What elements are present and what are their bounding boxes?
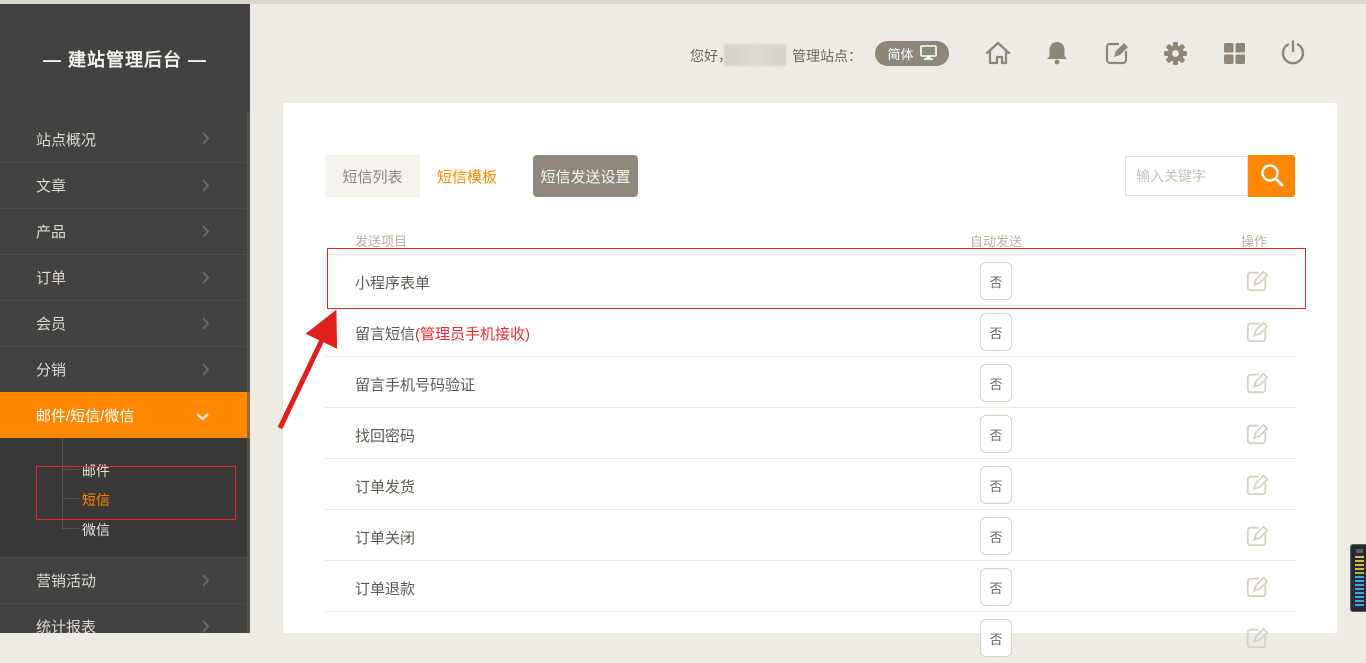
grid-apps-icon[interactable] xyxy=(1220,39,1248,67)
sidebar-item-members[interactable]: 会员 xyxy=(0,300,250,346)
manage-site-label: 管理站点： xyxy=(792,46,862,66)
sidebar-item-marketing[interactable]: 营销活动 xyxy=(0,557,250,603)
auto-send-toggle[interactable]: 否 xyxy=(980,364,1012,402)
table-row: 订单发货 否 xyxy=(325,459,1297,510)
level-meter-widget xyxy=(1350,544,1366,612)
sidebar-item-label: 订单 xyxy=(36,267,66,288)
tree-line xyxy=(62,498,79,499)
sidebar-item-orders[interactable]: 订单 xyxy=(0,254,250,300)
row-edit-icon[interactable] xyxy=(1245,371,1269,395)
auto-send-toggle[interactable]: 否 xyxy=(980,313,1012,351)
tree-line xyxy=(62,438,63,528)
row-name: 订单退款 xyxy=(355,581,415,598)
table-row: 留言手机号码验证 否 xyxy=(325,357,1297,408)
window-top-edge xyxy=(0,0,1366,4)
search-input[interactable] xyxy=(1125,156,1248,196)
table-row-partial: 否 xyxy=(325,612,1297,663)
chevron-down-icon xyxy=(195,408,210,425)
column-header-auto-send: 自动发送 xyxy=(970,231,1022,250)
chevron-right-icon xyxy=(201,270,210,289)
meter-bars xyxy=(1355,556,1364,608)
auto-send-toggle[interactable]: 否 xyxy=(980,466,1012,504)
sidebar-subitem-sms[interactable]: 短信 xyxy=(82,490,110,510)
sidebar-item-statistics[interactable]: 统计报表 xyxy=(0,603,250,649)
home-icon[interactable] xyxy=(984,39,1012,67)
table-row: 找回密码 否 xyxy=(325,408,1297,459)
search-button[interactable] xyxy=(1248,155,1295,197)
sidebar-item-label: 邮件/短信/微信 xyxy=(36,405,134,426)
row-edit-icon[interactable] xyxy=(1245,473,1269,497)
chevron-right-icon xyxy=(201,573,210,592)
chevron-right-icon xyxy=(201,131,210,150)
sidebar-item-mail-sms-wechat[interactable]: 邮件/短信/微信 xyxy=(0,392,250,438)
row-edit-icon[interactable] xyxy=(1245,575,1269,599)
row-name: 留言手机号码验证 xyxy=(355,377,475,394)
sidebar-item-label: 会员 xyxy=(36,313,66,334)
language-site-pill[interactable]: 简体 xyxy=(875,41,949,66)
sidebar-item-label: 统计报表 xyxy=(36,616,96,637)
chevron-right-icon xyxy=(201,178,210,197)
table-row: 小程序表单 否 xyxy=(325,255,1297,306)
row-name-note-red: (管理员手机接收) xyxy=(415,326,530,343)
chevron-right-icon xyxy=(201,316,210,335)
auto-send-toggle[interactable]: 否 xyxy=(980,262,1012,300)
sidebar-scrollbar[interactable] xyxy=(247,112,250,633)
chevron-right-icon xyxy=(201,362,210,381)
sidebar-item-label: 分销 xyxy=(36,359,66,380)
meter-cap xyxy=(1356,549,1363,553)
row-name: 订单发货 xyxy=(355,479,415,496)
auto-send-toggle[interactable]: 否 xyxy=(980,415,1012,453)
sidebar-subitem-mail[interactable]: 邮件 xyxy=(82,461,110,481)
column-header-send-item: 发送项目 xyxy=(355,231,407,250)
table-row: 留言短信(管理员手机接收) 否 xyxy=(325,306,1297,357)
sidebar-menu: 站点概况 文章 产品 订单 会员 分销 邮件/短信/微信 xyxy=(0,116,250,649)
row-name: 小程序表单 xyxy=(355,275,430,292)
tree-line xyxy=(62,528,79,529)
row-edit-icon[interactable] xyxy=(1245,269,1269,293)
row-name: 订单关闭 xyxy=(355,530,415,547)
sidebar-item-label: 站点概况 xyxy=(36,129,96,150)
search-icon xyxy=(1259,162,1285,191)
power-icon[interactable] xyxy=(1279,39,1307,67)
sidebar-subitem-wechat[interactable]: 微信 xyxy=(82,520,110,540)
auto-send-toggle[interactable]: 否 xyxy=(980,568,1012,606)
auto-send-toggle[interactable]: 否 xyxy=(980,619,1012,657)
sidebar: — 建站管理后台 — 站点概况 文章 产品 订单 会员 分销 邮件/短信/微信 xyxy=(0,0,250,633)
sidebar-item-label: 产品 xyxy=(36,221,66,242)
bell-icon[interactable] xyxy=(1043,39,1071,67)
app-title: — 建站管理后台 — xyxy=(0,46,250,72)
tab-sms-template[interactable]: 短信模板 xyxy=(420,155,514,197)
edit-icon[interactable] xyxy=(1103,39,1131,67)
sidebar-submenu: 邮件 短信 微信 xyxy=(0,438,250,557)
column-header-operation: 操作 xyxy=(1241,231,1267,250)
content-panel: 短信列表 短信模板 短信发送设置 发送项目 自动发送 操作 小程序表单 否 留言… xyxy=(283,103,1337,633)
table-header-row: 发送项目 自动发送 操作 xyxy=(325,228,1297,255)
sms-template-table: 发送项目 自动发送 操作 小程序表单 否 留言短信(管理员手机接收) 否 留言手… xyxy=(325,228,1297,663)
row-edit-icon[interactable] xyxy=(1245,320,1269,344)
table-row: 订单退款 否 xyxy=(325,561,1297,612)
tab-sms-list[interactable]: 短信列表 xyxy=(325,155,420,197)
sidebar-item-label: 文章 xyxy=(36,175,66,196)
row-name: 留言短信 xyxy=(355,326,415,343)
sidebar-item-articles[interactable]: 文章 xyxy=(0,162,250,208)
sidebar-item-label: 营销活动 xyxy=(36,570,96,591)
row-edit-icon[interactable] xyxy=(1245,626,1269,650)
row-edit-icon[interactable] xyxy=(1245,524,1269,548)
redacted-username xyxy=(724,44,786,66)
sms-send-settings-button[interactable]: 短信发送设置 xyxy=(533,155,638,197)
chevron-right-icon xyxy=(201,619,210,638)
table-row: 订单关闭 否 xyxy=(325,510,1297,561)
row-name: 找回密码 xyxy=(355,428,415,445)
sidebar-item-distribution[interactable]: 分销 xyxy=(0,346,250,392)
chevron-right-icon xyxy=(201,224,210,243)
row-edit-icon[interactable] xyxy=(1245,422,1269,446)
sidebar-item-products[interactable]: 产品 xyxy=(0,208,250,254)
monitor-icon xyxy=(920,45,937,63)
language-label: 简体 xyxy=(887,44,913,63)
tree-line xyxy=(62,469,79,470)
auto-send-toggle[interactable]: 否 xyxy=(980,517,1012,555)
sidebar-item-site-overview[interactable]: 站点概况 xyxy=(0,116,250,162)
gear-icon[interactable] xyxy=(1161,39,1189,67)
